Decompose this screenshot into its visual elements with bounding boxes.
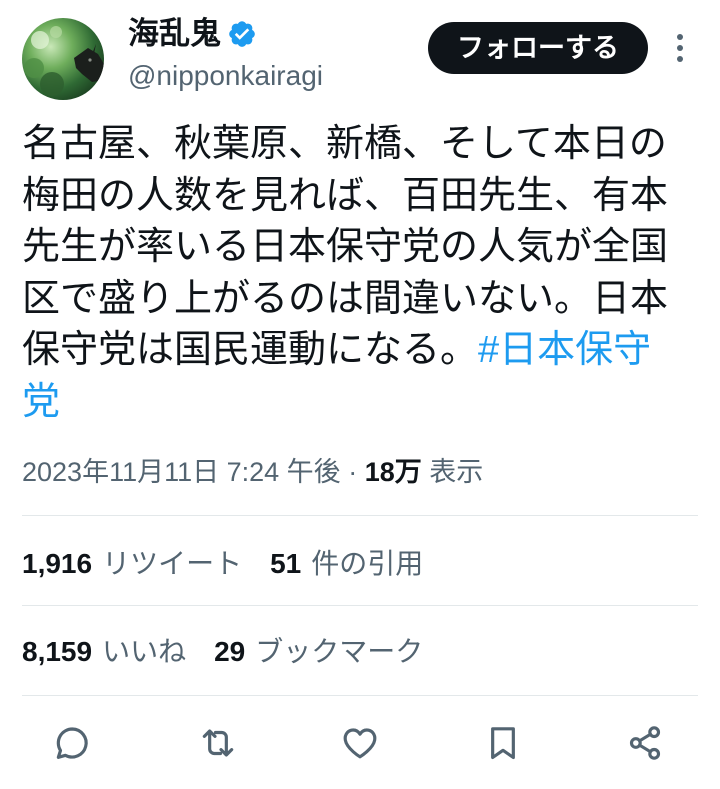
more-vertical-icon[interactable] (664, 28, 696, 68)
like-button[interactable] (340, 723, 380, 763)
stats-row-reactions: 8,159 いいね 29 ブックマーク (22, 634, 423, 670)
retweets-label: リツイート (102, 548, 243, 579)
reply-button[interactable] (52, 723, 92, 763)
follow-button[interactable]: フォローする (428, 22, 648, 74)
stats-row-shares: 1,916 リツイート 51 件の引用 (22, 546, 423, 582)
likes-label: いいね (102, 636, 187, 667)
likes-count: 8,159 (22, 636, 93, 667)
retweets-count: 1,916 (22, 548, 93, 579)
quotes-stat[interactable]: 51 件の引用 (270, 546, 423, 582)
likes-stat[interactable]: 8,159 いいね (22, 634, 186, 670)
retweets-stat[interactable]: 1,916 リツイート (22, 546, 242, 582)
quotes-label: 件の引用 (311, 548, 424, 579)
heart-icon (343, 728, 377, 759)
views-count: 18万 (364, 457, 422, 487)
avatar[interactable] (22, 18, 104, 100)
share-icon (629, 726, 661, 760)
bookmark-icon (491, 727, 515, 760)
author-name[interactable]: 海乱鬼 (128, 14, 221, 54)
bookmarks-count: 29 (214, 636, 246, 667)
divider (22, 605, 698, 606)
views-label: 表示 (429, 457, 484, 487)
retweet-icon (202, 729, 234, 757)
author-handle[interactable]: @nipponkairagi (128, 58, 323, 94)
verified-badge-icon (229, 21, 255, 47)
bookmark-button[interactable] (483, 723, 523, 763)
meta-separator: · (348, 457, 358, 487)
bookmarks-stat[interactable]: 29 ブックマーク (214, 634, 423, 670)
reply-icon (56, 727, 88, 759)
author-name-row: 海乱鬼 (128, 14, 257, 54)
tweet-text: 名古屋、秋葉原、新橋、そして本日の梅田の人数を見れば、百田先生、有本先生が率いる… (22, 119, 682, 428)
timestamp[interactable]: 2023年11月11日 7:24 午後 (22, 457, 341, 487)
quotes-count: 51 (270, 548, 302, 579)
tweet-meta: 2023年11月11日 7:24 午後 · 18万 表示 (22, 454, 483, 490)
divider (22, 515, 698, 516)
retweet-button[interactable] (198, 723, 238, 763)
share-button[interactable] (625, 723, 665, 763)
divider (22, 695, 698, 696)
bookmarks-label: ブックマーク (255, 636, 424, 667)
